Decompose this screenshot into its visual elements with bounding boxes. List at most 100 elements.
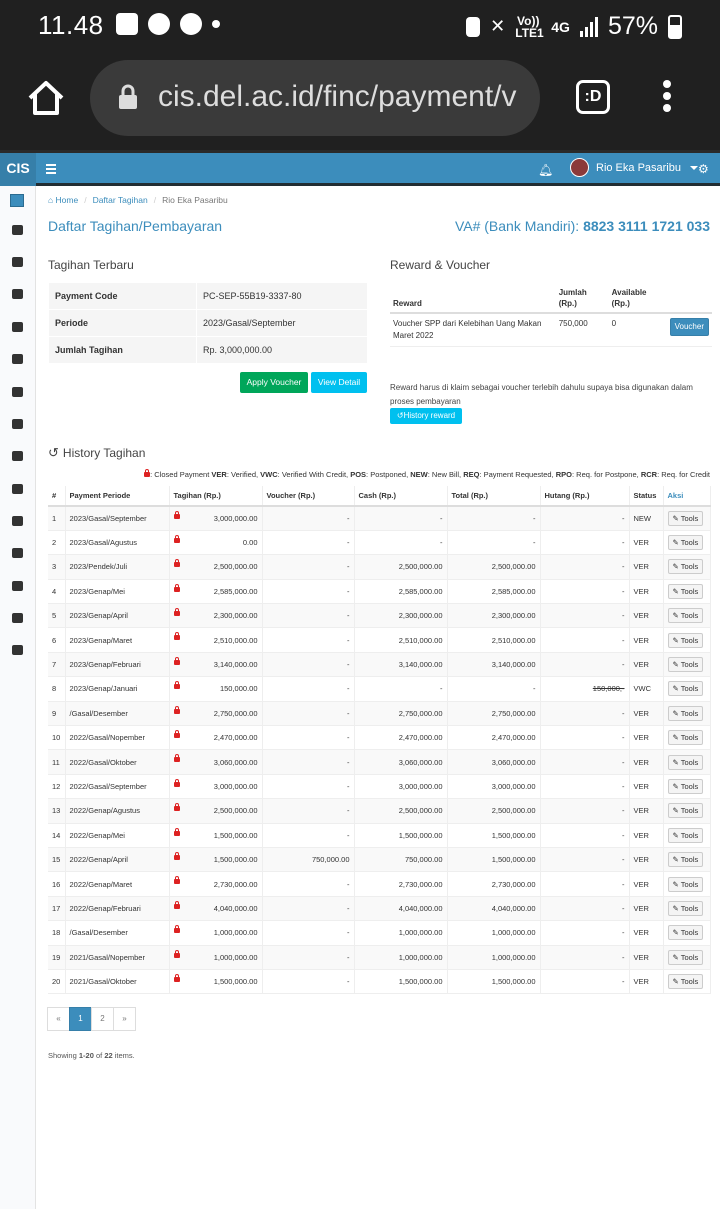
lock-icon (173, 730, 180, 739)
tools-button[interactable]: ✎ Tools (667, 876, 704, 892)
bell-icon[interactable]: 🔔︎ (538, 163, 553, 177)
tab-switcher-button[interactable]: :D (576, 80, 610, 114)
cell-number: 16 (48, 871, 66, 897)
cell-total: 3,060,000.00 (447, 749, 541, 775)
tools-button[interactable]: ✎ Tools (667, 949, 704, 965)
tools-button[interactable]: ✎ Tools (667, 974, 704, 990)
cell-tagihan: 1,500,000.00 (169, 823, 263, 848)
cell-hutang: - (540, 701, 630, 727)
sidebar (0, 186, 36, 1209)
tools-button[interactable]: ✎ Tools (667, 681, 704, 697)
status-legend: : Closed Payment VER: Verified, VWC: Ver… (144, 469, 710, 479)
breadcrumb: ⌂ Home / Daftar Tagihan / Rio Eka Pasari… (48, 195, 228, 205)
cell-voucher: - (262, 798, 355, 824)
cell-cash: - (354, 676, 448, 702)
table-row: 11 2022/Gasal/Oktober 3,060,000.00-3,060,0… (48, 749, 711, 775)
cell-cash: 2,585,000.00 (354, 579, 448, 605)
voucher-button[interactable]: Voucher (669, 318, 709, 336)
browser-menu-icon[interactable] (662, 80, 672, 116)
gallery-icon (116, 13, 138, 35)
tools-button[interactable]: ✎ Tools (667, 559, 704, 575)
file-icon[interactable] (12, 387, 23, 397)
jumlah-tagihan-value: Rp. 3,000,000.00 (196, 336, 368, 364)
tools-button[interactable]: ✎ Tools (667, 583, 704, 599)
tools-button[interactable]: ✎ Tools (667, 535, 704, 551)
address-bar[interactable]: cis.del.ac.id/finc/payment/v (90, 60, 540, 136)
tools-button[interactable]: ✎ Tools (667, 803, 704, 819)
id-card-icon[interactable] (12, 419, 23, 429)
user-menu[interactable]: Rio Eka Pasaribu (570, 158, 698, 177)
cell-number: 13 (48, 798, 66, 824)
cell-number: 6 (48, 627, 66, 653)
tools-button[interactable]: ✎ Tools (667, 657, 704, 673)
cell-voucher: - (262, 579, 355, 605)
cell-hutang: - (540, 969, 630, 995)
lock-icon (119, 84, 137, 109)
cell-number: 9 (48, 701, 66, 727)
tools-button[interactable]: ✎ Tools (667, 510, 704, 526)
wrench-icon: ✎ (672, 830, 681, 840)
cell-number: 15 (48, 847, 66, 873)
pagination-summary: Showing 1-20 of 22 items. (48, 1051, 135, 1060)
cell-hutang: - (540, 627, 630, 653)
tools-button[interactable]: ✎ Tools (667, 925, 704, 941)
column-header-aksi[interactable]: Aksi (663, 486, 711, 507)
lock-icon (173, 851, 180, 860)
cis-logo[interactable]: CIS (0, 153, 36, 186)
cell-voucher: - (262, 969, 355, 995)
users-icon[interactable] (12, 257, 23, 267)
cell-voucher: - (262, 554, 355, 580)
tools-button[interactable]: ✎ Tools (667, 827, 704, 843)
graduation-cap-icon[interactable] (12, 451, 23, 461)
bar-chart-icon[interactable] (12, 645, 23, 655)
cell-periode: 2022/Genap/Maret (65, 871, 170, 897)
pagination-next[interactable]: » (113, 1007, 136, 1031)
cell-hutang: - (540, 554, 630, 580)
cell-total: 1,500,000.00 (447, 823, 541, 848)
wrench-icon: ✎ (672, 708, 681, 718)
column-header-number: # (48, 486, 66, 507)
cell-status: VER (629, 969, 664, 995)
tools-button[interactable]: ✎ Tools (667, 778, 704, 794)
cell-hutang: - (540, 506, 630, 531)
cogs-icon[interactable]: ⚙ (698, 162, 709, 176)
sidebar-active-marker[interactable] (10, 194, 24, 207)
breadcrumb-home[interactable]: ⌂ Home (48, 195, 78, 205)
comments-icon[interactable] (12, 484, 23, 494)
tools-button[interactable]: ✎ Tools (667, 900, 704, 916)
flask-icon[interactable] (12, 613, 23, 623)
ticket-icon[interactable] (12, 581, 23, 591)
home-icon[interactable] (26, 78, 66, 118)
pagination-page-2[interactable]: 2 (91, 1007, 114, 1031)
dashboard-icon[interactable] (12, 225, 23, 235)
cell-voucher: - (262, 896, 355, 922)
cell-periode: /Gasal/Desember (65, 920, 170, 946)
settings-icon[interactable] (12, 322, 23, 332)
history-reward-button[interactable]: ↺History reward (390, 408, 462, 424)
pagination-prev[interactable]: « (47, 1007, 70, 1031)
cell-hutang: - (540, 579, 630, 605)
plus-square-icon[interactable] (12, 548, 23, 558)
wrench-icon: ✎ (672, 806, 681, 816)
tools-button[interactable]: ✎ Tools (667, 852, 704, 868)
cell-number: 18 (48, 920, 66, 946)
apply-voucher-button[interactable]: Apply Voucher (240, 372, 308, 393)
cell-total: 2,510,000.00 (447, 627, 541, 653)
cell-voucher: - (262, 823, 355, 848)
tools-button[interactable]: ✎ Tools (667, 608, 704, 624)
money-icon[interactable] (12, 354, 23, 364)
archive-icon[interactable] (12, 516, 23, 526)
tools-button[interactable]: ✎ Tools (667, 754, 704, 770)
view-detail-button[interactable]: View Detail (311, 372, 367, 393)
sidebar-toggle-icon[interactable] (46, 164, 56, 176)
cell-periode: 2022/Gasal/Oktober (65, 749, 170, 775)
cell-status: VER (629, 554, 664, 580)
lock-icon (173, 876, 180, 885)
lock-icon (173, 583, 180, 592)
breadcrumb-daftar-tagihan[interactable]: Daftar Tagihan (93, 195, 148, 205)
tools-button[interactable]: ✎ Tools (667, 632, 704, 648)
tools-button[interactable]: ✎ Tools (667, 705, 704, 721)
pagination-page-1[interactable]: 1 (69, 1007, 92, 1031)
book-icon[interactable] (12, 289, 23, 299)
tools-button[interactable]: ✎ Tools (667, 730, 704, 746)
